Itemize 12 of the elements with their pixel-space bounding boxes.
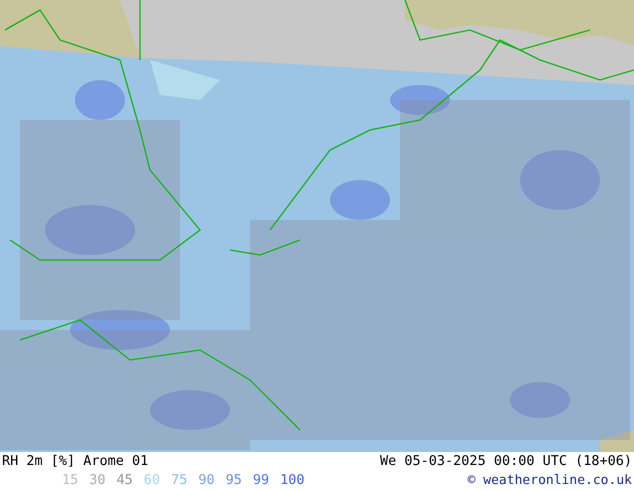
legend-value: 45 xyxy=(116,471,133,490)
map-title: RH 2m [%] Arome 01 xyxy=(2,452,148,471)
legend-value: 60 xyxy=(144,471,160,490)
legend-value: 99 xyxy=(252,471,270,490)
legend-value: 90 xyxy=(198,471,215,490)
legend-value: 95 xyxy=(226,471,242,490)
legend-value: 30 xyxy=(89,471,106,490)
legend-value: 100 xyxy=(280,471,305,490)
legend-value: 75 xyxy=(171,471,188,490)
forecast-datetime: We 05-03-2025 00:00 UTC (18+06) xyxy=(380,452,632,471)
legend-value: 15 xyxy=(62,471,78,490)
credit-link[interactable]: © weatheronline.co.uk xyxy=(468,471,632,490)
